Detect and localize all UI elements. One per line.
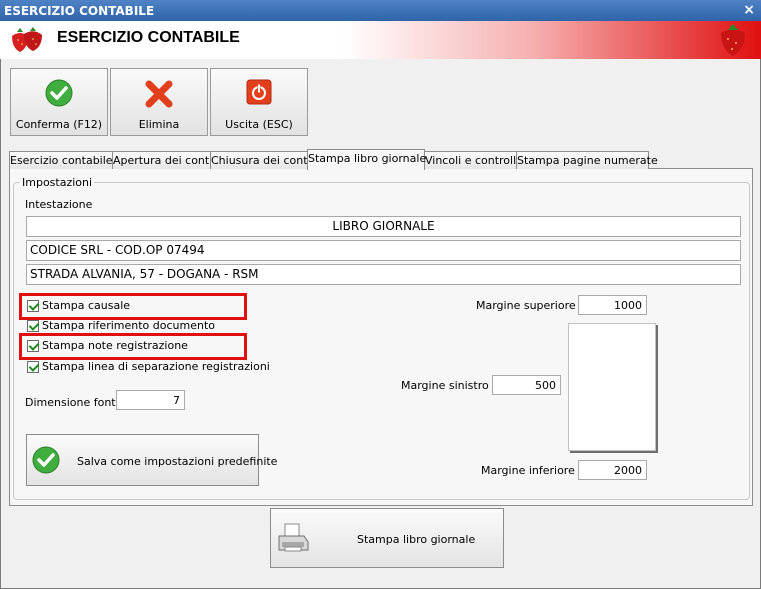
delete-button-label: Elimina [138, 118, 180, 131]
highlight-box [19, 333, 247, 360]
window-title: ESERCIZIO CONTABILE [4, 4, 155, 18]
header-title: ESERCIZIO CONTABILE [57, 29, 240, 46]
delete-x-icon [145, 80, 173, 108]
settings-group-label: Impostazioni [20, 176, 95, 189]
heading-line-3-field[interactable]: STRADA ALVANIA, 57 - DOGANA - RSM [26, 264, 741, 285]
tab-stampa-pagine-numerate[interactable]: Stampa pagine numerate [516, 151, 658, 169]
margin-left-input[interactable]: 500 [492, 375, 561, 395]
print-document-reference-label: Stampa riferimento documento [42, 319, 215, 332]
print-journal-button[interactable]: Stampa libro giornale [270, 508, 504, 568]
margin-left-label: Margine sinistro : [401, 379, 496, 392]
margin-top-label: Margine superiore : [476, 299, 583, 312]
tab-chiusura-dei-conti[interactable]: Chiusura dei conti [210, 151, 311, 169]
heading-line-2-field[interactable]: CODICE SRL - COD.OP 07494 [26, 240, 741, 261]
heading-line-1-field[interactable]: LIBRO GIORNALE [26, 216, 741, 237]
margin-top-input[interactable]: 1000 [578, 295, 647, 315]
close-icon[interactable]: × [743, 2, 755, 18]
check-circle-icon [32, 446, 60, 474]
margin-bottom-label: Margine inferiore : [481, 464, 583, 477]
confirm-button-label: Conferma (F12) [15, 118, 103, 131]
font-size-input[interactable]: 7 [116, 390, 185, 410]
check-circle-icon [45, 79, 73, 107]
save-defaults-label: Salva come impostazioni predefinite [77, 455, 278, 468]
print-separator-line-label: Stampa linea di separazione registrazion… [42, 360, 270, 373]
exit-button-label: Uscita (ESC) [225, 118, 293, 131]
confirm-button[interactable]: Conferma (F12) [10, 68, 108, 136]
header-banner: ESERCIZIO CONTABILE [0, 21, 761, 59]
heading-label: Intestazione [25, 198, 93, 211]
strawberry-icon [12, 27, 42, 52]
checkbox-check-icon [27, 361, 39, 373]
power-icon [246, 79, 272, 105]
print-document-reference-checkbox[interactable]: Stampa riferimento documento [27, 318, 227, 334]
margin-bottom-input[interactable]: 2000 [578, 460, 647, 480]
tab-apertura-dei-conti[interactable]: Apertura dei conti [112, 151, 212, 169]
tab-esercizio-contabile[interactable]: Esercizio contabile [9, 151, 113, 169]
highlight-box [19, 293, 247, 320]
print-journal-label: Stampa libro giornale [357, 533, 476, 546]
tab-stampa-libro-giornale[interactable]: Stampa libro giornale [307, 149, 426, 170]
tab-vincoli-e-controlli[interactable]: Vincoli e controlli [424, 151, 519, 169]
window-title-bar: ESERCIZIO CONTABILE × [0, 0, 761, 21]
print-separator-line-checkbox[interactable]: Stampa linea di separazione registrazion… [27, 359, 270, 375]
checkbox-check-icon [27, 320, 39, 332]
exit-button[interactable]: Uscita (ESC) [210, 68, 308, 136]
page-preview [568, 323, 656, 451]
save-defaults-button[interactable]: Salva come impostazioni predefinite [26, 434, 277, 486]
strawberry-icon [721, 24, 745, 56]
printer-icon [278, 523, 309, 552]
font-size-label: Dimensione font : [25, 396, 123, 409]
delete-button[interactable]: Elimina [110, 68, 208, 136]
